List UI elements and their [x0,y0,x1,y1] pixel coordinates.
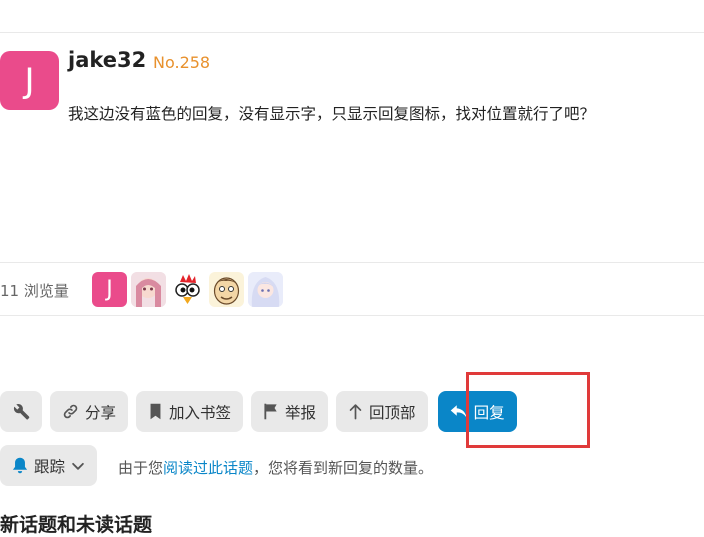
highlight-box [466,372,590,448]
participant-avatar-chicken[interactable] [170,272,205,307]
bell-icon [12,457,28,474]
participant-avatars: J [92,272,283,307]
participant-avatar-white-hair-girl[interactable] [248,272,283,307]
wrench-icon [13,403,29,420]
post-number: No.258 [153,53,211,72]
participant-avatar-cartoon-face[interactable] [209,272,244,307]
participant-avatar-anime-girl[interactable] [131,272,166,307]
tracking-explanation: 由于您阅读过此话题，您将看到新回复的数量。 [118,457,433,478]
post-body: 我这边没有蓝色的回复，没有显示字，只显示回复图标，找对位置就行了吧？ [68,105,596,123]
user-avatar[interactable]: J [0,51,59,110]
reply-icon [450,404,467,418]
meta-top-divider [0,262,704,263]
tracking-text-before: 由于您 [118,459,164,477]
view-count: 11 浏览量 [0,282,69,300]
arrow-up-icon [349,404,362,420]
back-to-top-button[interactable]: 回顶部 [336,391,428,432]
share-button[interactable]: 分享 [50,391,129,432]
participant-avatar-j[interactable]: J [92,272,127,307]
bookmark-icon [150,403,161,420]
link-icon [63,404,78,419]
suggested-topics-heading: 新话题和未读话题 [0,514,153,536]
report-button[interactable]: 举报 [251,391,329,432]
meta-bottom-divider [0,315,704,316]
tracking-dropdown-button[interactable]: 跟踪 [0,445,98,486]
report-label: 举报 [285,403,317,422]
flag-icon [264,403,277,420]
topic-action-bar: 分享 加入书签 举报 回顶部 回复 [0,391,517,432]
back-to-top-label: 回顶部 [369,403,416,422]
avatar-letter: J [24,60,35,101]
tracking-text-after: ，您将看到新回复的数量。 [253,459,434,477]
top-divider [0,32,704,33]
chevron-down-icon [72,462,84,470]
participant-letter: J [106,277,113,302]
share-label: 分享 [85,403,117,422]
username[interactable]: jake32 [68,48,146,72]
tracking-label: 跟踪 [34,457,66,476]
admin-wrench-button[interactable] [0,391,42,432]
read-topic-link[interactable]: 阅读过此话题 [163,459,253,477]
bookmark-label: 加入书签 [169,403,232,422]
bookmark-button[interactable]: 加入书签 [136,391,244,432]
